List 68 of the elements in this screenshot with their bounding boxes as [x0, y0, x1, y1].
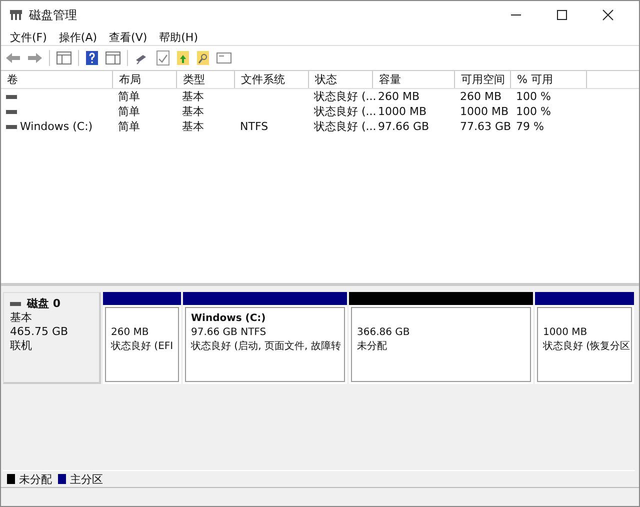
column-header[interactable]: 状态: [309, 71, 373, 88]
disk-label-panel[interactable]: 磁盘 0 基本 465.75 GB 联机: [3, 292, 101, 384]
legend-label: 未分配: [19, 472, 52, 486]
partition-status: 状态良好 (启动, 页面文件, 故障转: [191, 340, 339, 354]
column-header[interactable]: 类型: [177, 71, 235, 88]
checklist-icon[interactable]: [156, 50, 170, 66]
table-cell-text: 简单: [117, 89, 141, 104]
table-cell-text: 状态良好 (...: [313, 89, 373, 104]
drive-icon: [6, 124, 17, 128]
partition-size: 366.86 GB: [357, 326, 411, 340]
table-cell-text: 100 %: [515, 90, 552, 103]
window-title: 磁盘管理: [29, 6, 77, 24]
column-header[interactable]: 布局: [113, 71, 177, 88]
partition-status: 未分配: [357, 340, 388, 354]
back-arrow-icon[interactable]: [5, 51, 21, 65]
column-header[interactable]: 文件系统: [235, 71, 309, 88]
table-cell-text: 基本: [181, 104, 205, 119]
partition-status: 状态良好 (EFI: [111, 340, 173, 354]
drive-icon: [6, 94, 17, 98]
partition-title: Windows (C:): [191, 312, 267, 326]
partition-box[interactable]: 366.86 GB 未分配: [351, 307, 531, 382]
column-header[interactable]: % 可用: [511, 71, 587, 88]
disk-size: 465.75 GB: [10, 325, 70, 339]
column-header[interactable]: 可用空间: [455, 71, 511, 88]
partition-box[interactable]: 260 MB 状态良好 (EFI: [105, 307, 179, 382]
table-cell-text: 260 MB: [377, 90, 421, 103]
folder-search-icon[interactable]: [196, 50, 210, 66]
table-cell-text: 基本: [181, 119, 205, 134]
disk-name: 磁盘 0: [27, 297, 60, 311]
menu-item[interactable]: 帮助(H): [154, 30, 205, 44]
legend-label: 主分区: [70, 472, 103, 486]
column-header[interactable]: 卷: [1, 71, 113, 88]
console-tree-icon[interactable]: [56, 51, 72, 65]
partition-box[interactable]: Windows (C:) 97.66 GB NTFS 状态良好 (启动, 页面文件, 故障转: [185, 307, 345, 382]
disk-management-icon: [9, 9, 23, 21]
table-cell-text: 简单: [117, 104, 141, 119]
table-cell-text: 97.66 GB: [377, 120, 430, 133]
drive-icon: [6, 110, 17, 114]
maximize-icon[interactable]: [556, 9, 568, 21]
table-cell-text: 状态良好 (...: [313, 104, 373, 119]
close-icon[interactable]: [602, 9, 614, 21]
table-cell-text: 77.63 GB: [459, 120, 511, 133]
table-cell-text: 基本: [181, 89, 205, 104]
menu-item[interactable]: 操作(A): [54, 30, 104, 44]
help-icon[interactable]: [85, 50, 99, 66]
drive-icon: [10, 302, 21, 306]
column-header[interactable]: 容量: [373, 71, 455, 88]
table-cell: NTFS: [240, 120, 268, 133]
table-cell-text: 260 MB: [459, 90, 503, 103]
window-icon[interactable]: [216, 51, 232, 65]
table-cell: Windows (C:): [20, 120, 93, 133]
partition-box[interactable]: 1000 MB 状态良好 (恢复分区: [537, 307, 632, 382]
menu-item[interactable]: 文件(F): [5, 30, 54, 44]
table-cell-text: 简单: [117, 119, 141, 134]
table-cell-text: 状态良好 (...: [313, 119, 373, 134]
partition-size: 97.66 GB NTFS: [191, 326, 268, 340]
table-cell-text: 1000 MB: [459, 105, 510, 118]
forward-arrow-icon[interactable]: [27, 51, 43, 65]
panel-view-icon[interactable]: [105, 51, 121, 65]
table-cell-text: 1000 MB: [377, 105, 428, 118]
table-cell-text: 100 %: [515, 105, 552, 118]
table-cell-text: 79 %: [515, 120, 545, 133]
menu-item[interactable]: 查看(V): [104, 30, 154, 44]
partition-size: 260 MB: [111, 326, 150, 340]
disk-status: 联机: [10, 339, 33, 353]
disk-type: 基本: [10, 311, 33, 325]
partition-size: 1000 MB: [543, 326, 588, 340]
folder-up-icon[interactable]: [176, 50, 190, 66]
